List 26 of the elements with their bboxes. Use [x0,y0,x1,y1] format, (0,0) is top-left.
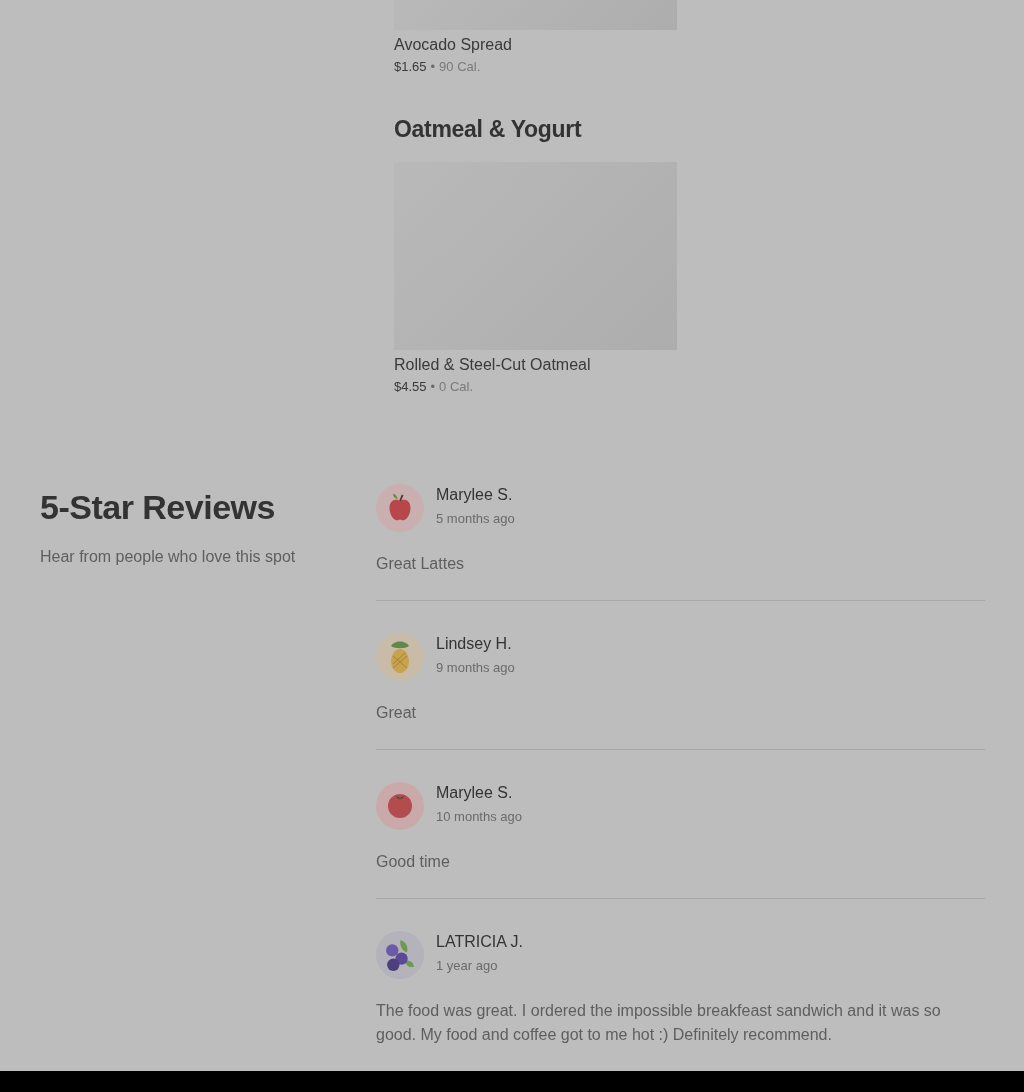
review-time: 1 year ago [436,956,499,975]
review-text: Great [376,703,417,723]
item-calories: 0 Cal. [439,379,474,394]
review-text: The food was great. I ordered the impossible breakfeast sandwich and it was so good. My food and coffee got to me hot :) Definitely recommend. [376,1001,942,1045]
tomato-icon [387,793,413,819]
review-text: Good time [376,852,451,872]
blueberries-icon [385,938,415,972]
item-price: $1.65 [394,59,427,74]
pineapple-icon [388,640,412,674]
item-price: $4.55 [394,379,427,394]
item-name[interactable]: Avocado Spread [394,35,677,55]
item-calories: 90 Cal. [439,59,481,74]
reviews-subtitle: Hear from people who love this spot [40,548,297,566]
reviewer-name: Marylee S. [436,484,514,505]
reviewer-name: Lindsey H. [436,633,513,654]
separator: • [430,379,436,394]
review-time: 5 months ago [436,509,515,528]
section-title: Oatmeal & Yogurt [394,115,583,144]
separator: • [430,59,436,74]
reviewer-name: Marylee S. [436,782,514,803]
review-time: 9 months ago [436,658,515,677]
item-name[interactable]: Rolled & Steel-Cut Oatmeal [394,355,677,375]
review-time: 10 months ago [436,807,522,826]
review-text: Great Lattes [376,554,466,574]
reviews-title: 5-Star Reviews [40,487,276,528]
reviewer-name: LATRICIA J. [436,931,523,952]
